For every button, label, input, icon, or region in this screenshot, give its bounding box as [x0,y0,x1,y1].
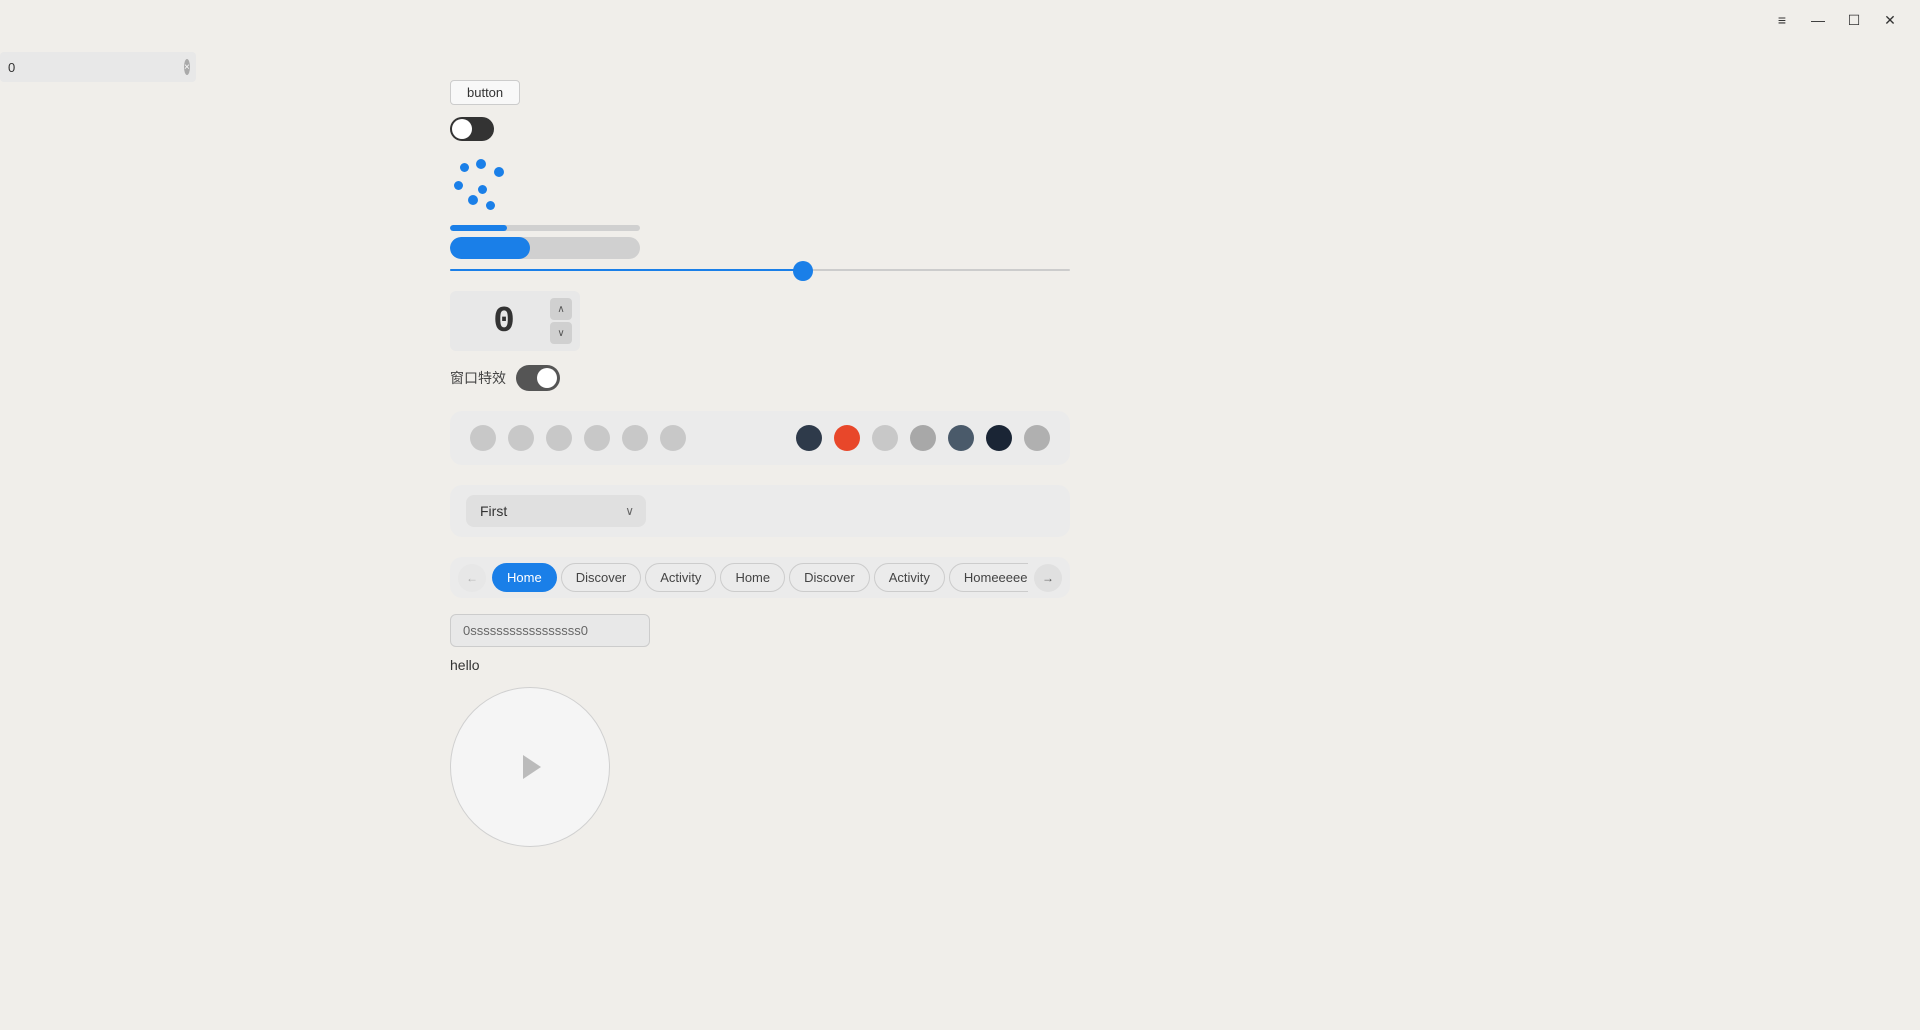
dot-1 [460,163,469,172]
close-button[interactable]: ✕ [1876,6,1904,34]
menu-button[interactable]: ≡ [1768,6,1796,34]
play-icon [523,755,541,779]
progress-area [450,225,1880,259]
tab-home-2[interactable]: Home [720,563,785,592]
numeric-arrows: ∧ ∨ [550,298,572,344]
toggle-switch[interactable] [450,117,494,141]
slider-thumb[interactable] [793,261,813,281]
main-content: button 0 ∧ ∨ [440,0,1920,1030]
tab-home-1[interactable]: Home [492,563,557,592]
progress-track-2 [450,237,640,259]
color-dots-container [450,411,1070,465]
top-input[interactable]: 0 [8,60,184,75]
color-dot-inactive-4[interactable] [584,425,610,451]
dot-4 [454,181,463,190]
progress-track-1 [450,225,640,231]
color-dot-orange-red[interactable] [834,425,860,451]
numeric-input-box: 0 ∧ ∨ [450,291,580,351]
top-input-bar: 0 × [0,52,196,82]
numeric-display: 0 [458,301,550,342]
dot-6 [468,195,478,205]
progress-fill-1 [450,225,507,231]
tab-bar: ← Home Discover Activity Home Discover A… [450,557,1070,598]
color-dot-inactive-6[interactable] [660,425,686,451]
dot-7 [486,201,495,210]
color-dot-steel-blue[interactable] [948,425,974,451]
dropdown-wrapper: First Second Third ∨ [466,495,646,527]
window-effect-toggle-knob [537,368,557,388]
minimize-button[interactable]: — [1804,6,1832,34]
color-dot-silver[interactable] [1024,425,1050,451]
toggle-knob [452,119,472,139]
tab-home-long[interactable]: Homeeeeee··· [949,563,1028,592]
circle-player[interactable] [450,687,610,847]
color-dot-medium-gray[interactable] [910,425,936,451]
dot-2 [476,159,486,169]
color-dot-inactive-1[interactable] [470,425,496,451]
window-effect-label: 窗口特效 [450,368,506,388]
slider-track[interactable] [450,269,1070,271]
color-dot-inactive-3[interactable] [546,425,572,451]
dots-loader [450,155,510,215]
text-input-field[interactable]: 0sssssssssssssssss0 [450,614,650,647]
color-dot-light-gray[interactable] [872,425,898,451]
demo-button[interactable]: button [450,80,520,105]
dot-3 [494,167,504,177]
slider-row [450,269,1070,271]
window-effect-row: 窗口特效 [450,365,1880,391]
numeric-up-button[interactable]: ∧ [550,298,572,320]
dot-5 [478,185,487,194]
tab-discover-1[interactable]: Discover [561,563,642,592]
numeric-down-button[interactable]: ∨ [550,322,572,344]
toggle-row [450,117,1880,141]
hello-text: hello [450,657,1880,673]
dropdown-select[interactable]: First Second Third [466,495,646,527]
tabs-scroll: Home Discover Activity Home Discover Act… [492,563,1028,592]
color-dot-inactive-5[interactable] [622,425,648,451]
tab-activity-2[interactable]: Activity [874,563,945,592]
maximize-button[interactable]: ☐ [1840,6,1868,34]
tab-prev-button[interactable]: ← [458,564,486,592]
tab-discover-2[interactable]: Discover [789,563,870,592]
title-bar: ≡ — ☐ ✕ [1752,0,1920,40]
top-input-close-button[interactable]: × [184,59,190,75]
dropdown-container: First Second Third ∨ [450,485,1070,537]
color-dot-inactive-2[interactable] [508,425,534,451]
color-dot-dark-slate[interactable] [796,425,822,451]
tab-next-button[interactable]: → [1034,564,1062,592]
color-dot-dark-navy[interactable] [986,425,1012,451]
progress-fill-2 [450,237,530,259]
slider-filled [450,269,803,271]
tab-activity-1[interactable]: Activity [645,563,716,592]
window-effect-toggle[interactable] [516,365,560,391]
